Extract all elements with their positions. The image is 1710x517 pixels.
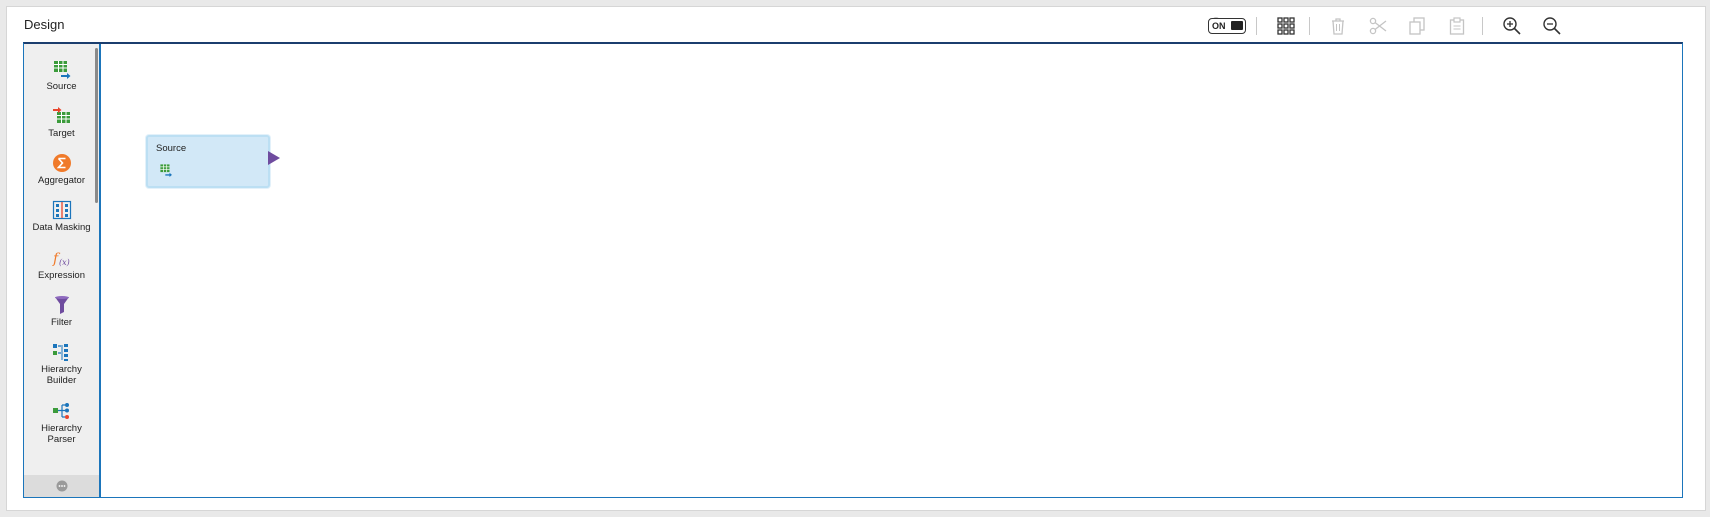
source-icon <box>160 164 172 177</box>
palette-item-hierarchy-parser[interactable]: Hierarchy Parser <box>24 401 99 445</box>
node-title: Source <box>156 143 187 154</box>
grid-icon[interactable] <box>1275 15 1297 37</box>
palette-scrollbar[interactable] <box>95 48 98 203</box>
node-output-port[interactable] <box>268 151 280 165</box>
scissors-icon[interactable] <box>1367 15 1389 37</box>
palette-item-aggregator[interactable]: Aggregator <box>24 153 99 186</box>
design-panel: Design ON Source Target Aggregator Data … <box>6 6 1706 511</box>
hierarchy-parser-icon <box>52 403 69 419</box>
annotation-toggle[interactable]: ON <box>1208 18 1246 34</box>
palette-item-target[interactable]: Target <box>24 106 99 139</box>
hierarchy-builder-icon <box>52 344 68 361</box>
expression-icon: f (x) <box>52 251 70 267</box>
source-node[interactable]: Source <box>146 135 270 188</box>
more-icon <box>56 480 67 492</box>
palette-item-hierarchy-builder[interactable]: Hierarchy Builder <box>24 342 99 386</box>
mapping-canvas-frame: Source Target Aggregator Data Masking f … <box>23 42 1683 498</box>
source-icon <box>53 61 70 79</box>
palette-item-data-masking[interactable]: Data Masking <box>24 200 99 233</box>
palette-item-filter[interactable]: Filter <box>24 295 99 328</box>
target-icon <box>52 107 70 123</box>
zoom-in-icon[interactable] <box>1501 15 1523 37</box>
palette-item-expression[interactable]: f (x) Expression <box>24 248 99 281</box>
palette-item-source[interactable]: Source <box>24 59 99 92</box>
data-masking-icon <box>52 200 71 220</box>
copy-icon[interactable] <box>1406 15 1428 37</box>
transformation-palette: Source Target Aggregator Data Masking f … <box>24 44 101 497</box>
trash-icon[interactable] <box>1327 15 1349 37</box>
zoom-out-icon[interactable] <box>1541 15 1563 37</box>
page-title: Design <box>24 17 65 32</box>
aggregator-icon <box>52 154 71 172</box>
svg-text:(x): (x) <box>59 258 70 267</box>
palette-more[interactable] <box>24 475 99 497</box>
filter-icon <box>54 296 69 314</box>
paste-icon[interactable] <box>1446 15 1468 37</box>
design-canvas[interactable]: Source <box>101 44 1682 497</box>
